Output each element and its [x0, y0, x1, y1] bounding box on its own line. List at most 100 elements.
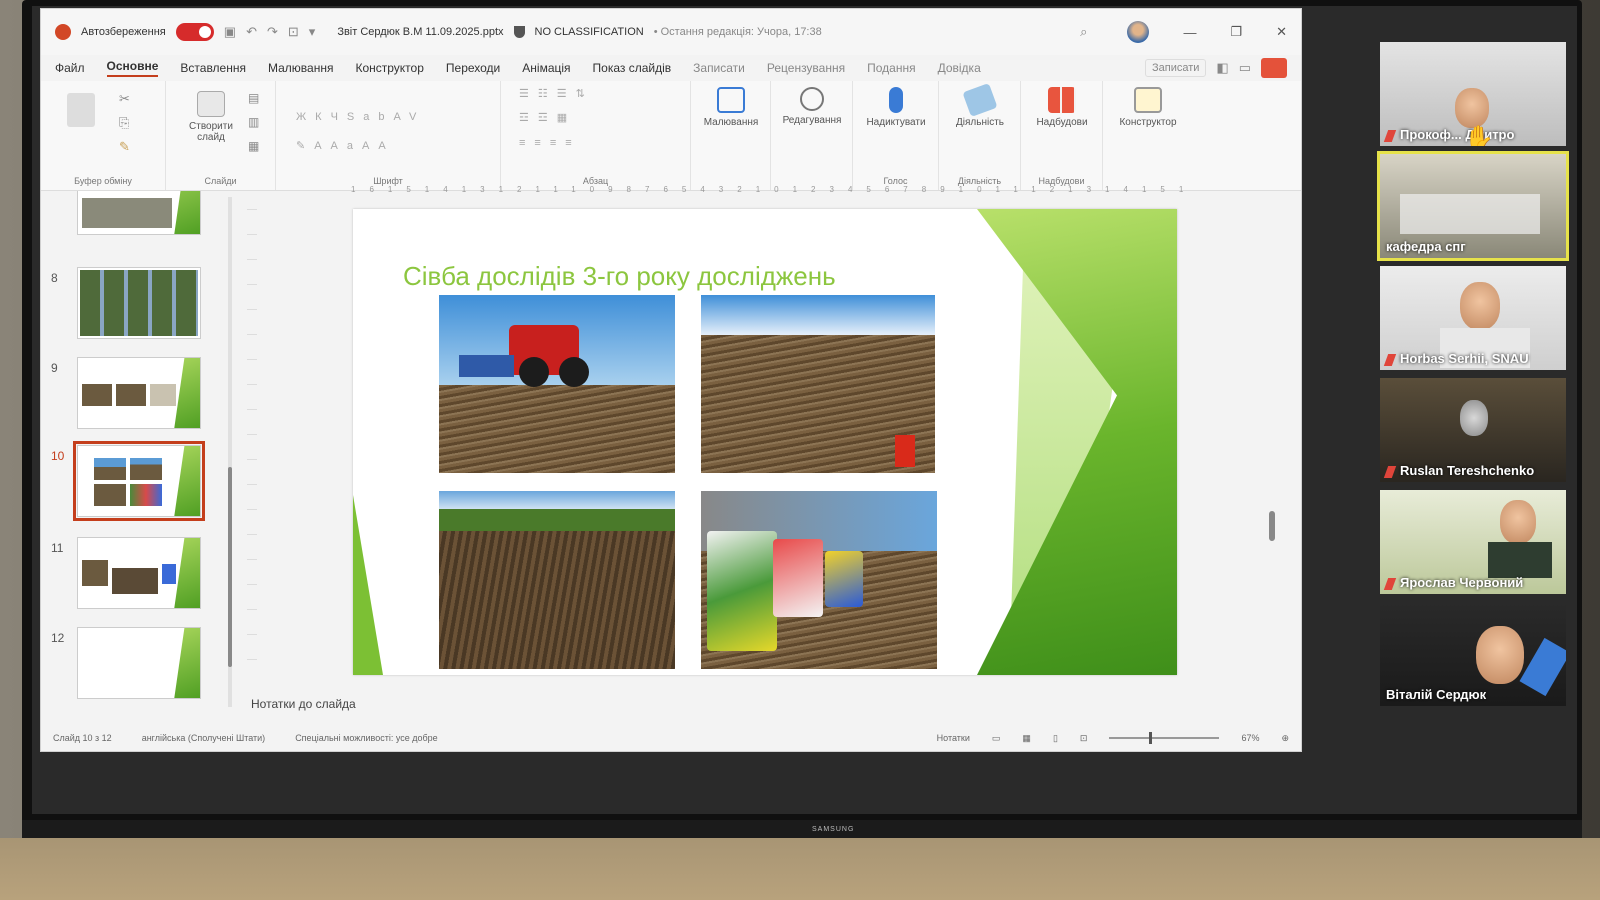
minimize-icon[interactable]: —: [1183, 25, 1196, 40]
drawing-button[interactable]: Малювання: [696, 87, 766, 128]
shield-icon: [513, 26, 525, 38]
notes-toggle[interactable]: Нотатки: [937, 733, 970, 743]
accessibility-status[interactable]: Спеціальні можливості: усе добре: [295, 733, 437, 743]
camera-icon[interactable]: ◧: [1216, 60, 1228, 76]
list-buttons[interactable]: ☰☷☰⇅: [519, 87, 594, 100]
cut-icon[interactable]: ✂: [119, 91, 130, 107]
thumbnail-12[interactable]: 12: [41, 627, 236, 711]
reading-view-icon[interactable]: ▯: [1053, 733, 1058, 744]
thumbnail-slide[interactable]: [77, 267, 201, 339]
thumbnail-10[interactable]: 10: [41, 441, 236, 529]
zoom-slider[interactable]: [1109, 732, 1220, 744]
participant-tile[interactable]: Прокоф... Дмитро ✋: [1380, 42, 1566, 146]
slide-scrollbar[interactable]: [1269, 191, 1275, 721]
thumbnail-slide[interactable]: [77, 537, 201, 609]
copy-icon[interactable]: ⎘: [119, 115, 129, 131]
tab-home[interactable]: Основне: [106, 59, 159, 77]
designer-button[interactable]: Конструктор: [1113, 87, 1183, 128]
language-indicator[interactable]: англійська (Сполучені Штати): [142, 733, 266, 743]
tab-view[interactable]: Подання: [867, 61, 915, 75]
fit-slide-icon[interactable]: ⊕: [1281, 733, 1289, 744]
normal-view-icon[interactable]: ▭: [992, 733, 1001, 744]
user-avatar[interactable]: [1127, 21, 1150, 43]
thumbnails-scroll-thumb[interactable]: [228, 467, 232, 667]
tab-help[interactable]: Довідка: [938, 61, 981, 75]
participant-tile[interactable]: Horbas Serhii, SNAU: [1380, 266, 1566, 370]
share-button[interactable]: [1261, 58, 1287, 78]
align-buttons[interactable]: ≡≡≡≡: [519, 137, 581, 149]
addins-button[interactable]: Надбудови: [1027, 87, 1097, 128]
dictate-button[interactable]: Надиктувати: [861, 87, 931, 128]
new-slide-icon: [197, 91, 225, 117]
record-button[interactable]: Записати: [1144, 59, 1207, 77]
tab-insert[interactable]: Вставлення: [180, 61, 246, 75]
notes-placeholder[interactable]: Нотатки до слайда: [251, 697, 356, 711]
redo-icon[interactable]: ↷: [267, 24, 278, 40]
format-painter-icon[interactable]: ✎: [119, 139, 130, 155]
participant-name: Ruslan Tereshchenko: [1383, 463, 1534, 478]
document-title: Звіт Сердюк В.М 11.09.2025.pptx: [337, 26, 504, 38]
photo-sown-field[interactable]: [439, 491, 675, 669]
search-icon[interactable]: ⌕: [1080, 24, 1087, 40]
tab-transitions[interactable]: Переходи: [446, 61, 500, 75]
tab-draw[interactable]: Малювання: [268, 61, 333, 75]
participant-tile[interactable]: Віталій Сердюк: [1380, 602, 1566, 706]
restore-icon[interactable]: ❐: [1230, 24, 1242, 40]
thumbnail-decoration: [174, 191, 200, 234]
thumbnail-11[interactable]: 11: [41, 537, 236, 621]
participant-name: кафедра спг: [1386, 239, 1466, 254]
background-object: [1519, 637, 1566, 697]
thumbnail-slide[interactable]: [77, 191, 201, 235]
tab-review[interactable]: Рецензування: [767, 61, 845, 75]
thumbnail-slide-selected[interactable]: [73, 441, 205, 521]
indent-buttons[interactable]: ☲☲▦: [519, 111, 576, 124]
participant-tile[interactable]: Ярослав Червоний: [1380, 490, 1566, 594]
present-icon[interactable]: ⊡: [288, 24, 299, 40]
layout-icon[interactable]: ▤: [248, 91, 259, 105]
editing-button[interactable]: Редагування: [777, 87, 847, 126]
photo-seed-bags[interactable]: [701, 491, 937, 669]
customize-chevron-icon[interactable]: ▾: [309, 24, 316, 40]
horizontal-ruler: 1615141312111098765432101234567891011121…: [351, 185, 1191, 194]
slide-title[interactable]: Сівба дослідів 3-го року досліджень: [403, 261, 836, 292]
sorter-view-icon[interactable]: ▦: [1022, 733, 1031, 744]
editing-label: Редагування: [782, 115, 842, 126]
undo-icon[interactable]: ↶: [246, 24, 257, 40]
last-edit-label[interactable]: • Остання редакція: Учора, 17:38: [654, 26, 822, 38]
paste-icon[interactable]: [67, 93, 95, 127]
designer-group: Конструктор: [1103, 81, 1193, 190]
tab-slideshow[interactable]: Показ слайдів: [593, 61, 672, 75]
photo-field[interactable]: [701, 295, 935, 473]
activity-button[interactable]: Діяльність: [945, 82, 1015, 128]
thumbnail-slide[interactable]: [77, 357, 201, 429]
font-color-buttons[interactable]: ✎AAaAA: [296, 139, 395, 152]
thumbnail-9[interactable]: 9: [41, 357, 236, 441]
thumbnail-7[interactable]: [41, 191, 236, 247]
photo-tractor[interactable]: [439, 295, 675, 473]
participant-tile[interactable]: Ruslan Tereshchenko: [1380, 378, 1566, 482]
thumbnail-slide[interactable]: [77, 627, 201, 699]
thumbnails-scrollbar[interactable]: [228, 197, 232, 707]
new-slide-button[interactable]: Створити слайд: [176, 91, 246, 143]
comments-icon[interactable]: ▭: [1239, 60, 1251, 76]
autosave-toggle[interactable]: [175, 23, 214, 41]
thumbnail-photo: [116, 384, 146, 406]
participant-face: [1460, 282, 1500, 330]
addins-label: Надбудови: [1036, 117, 1088, 128]
tab-design[interactable]: Конструктор: [355, 61, 423, 75]
zoom-level[interactable]: 67%: [1241, 733, 1259, 743]
slideshow-view-icon[interactable]: ⊡: [1080, 733, 1088, 744]
tab-file[interactable]: Файл: [55, 61, 85, 75]
font-style-buttons[interactable]: ЖКЧSabAV: [296, 111, 425, 123]
reset-icon[interactable]: ▥: [248, 115, 259, 129]
participant-tile-active[interactable]: кафедра спг: [1377, 151, 1569, 261]
save-icon[interactable]: ▣: [224, 24, 236, 40]
close-icon[interactable]: ✕: [1276, 24, 1287, 40]
slide-scroll-thumb[interactable]: [1269, 511, 1275, 541]
tab-record[interactable]: Записати: [693, 61, 745, 75]
slide-canvas[interactable]: Сівба дослідів 3-го року досліджень: [353, 209, 1177, 675]
thumbnail-8[interactable]: 8: [41, 267, 236, 351]
section-icon[interactable]: ▦: [248, 139, 259, 153]
tab-animations[interactable]: Анімація: [522, 61, 570, 75]
classification-label[interactable]: NO CLASSIFICATION: [535, 26, 644, 38]
